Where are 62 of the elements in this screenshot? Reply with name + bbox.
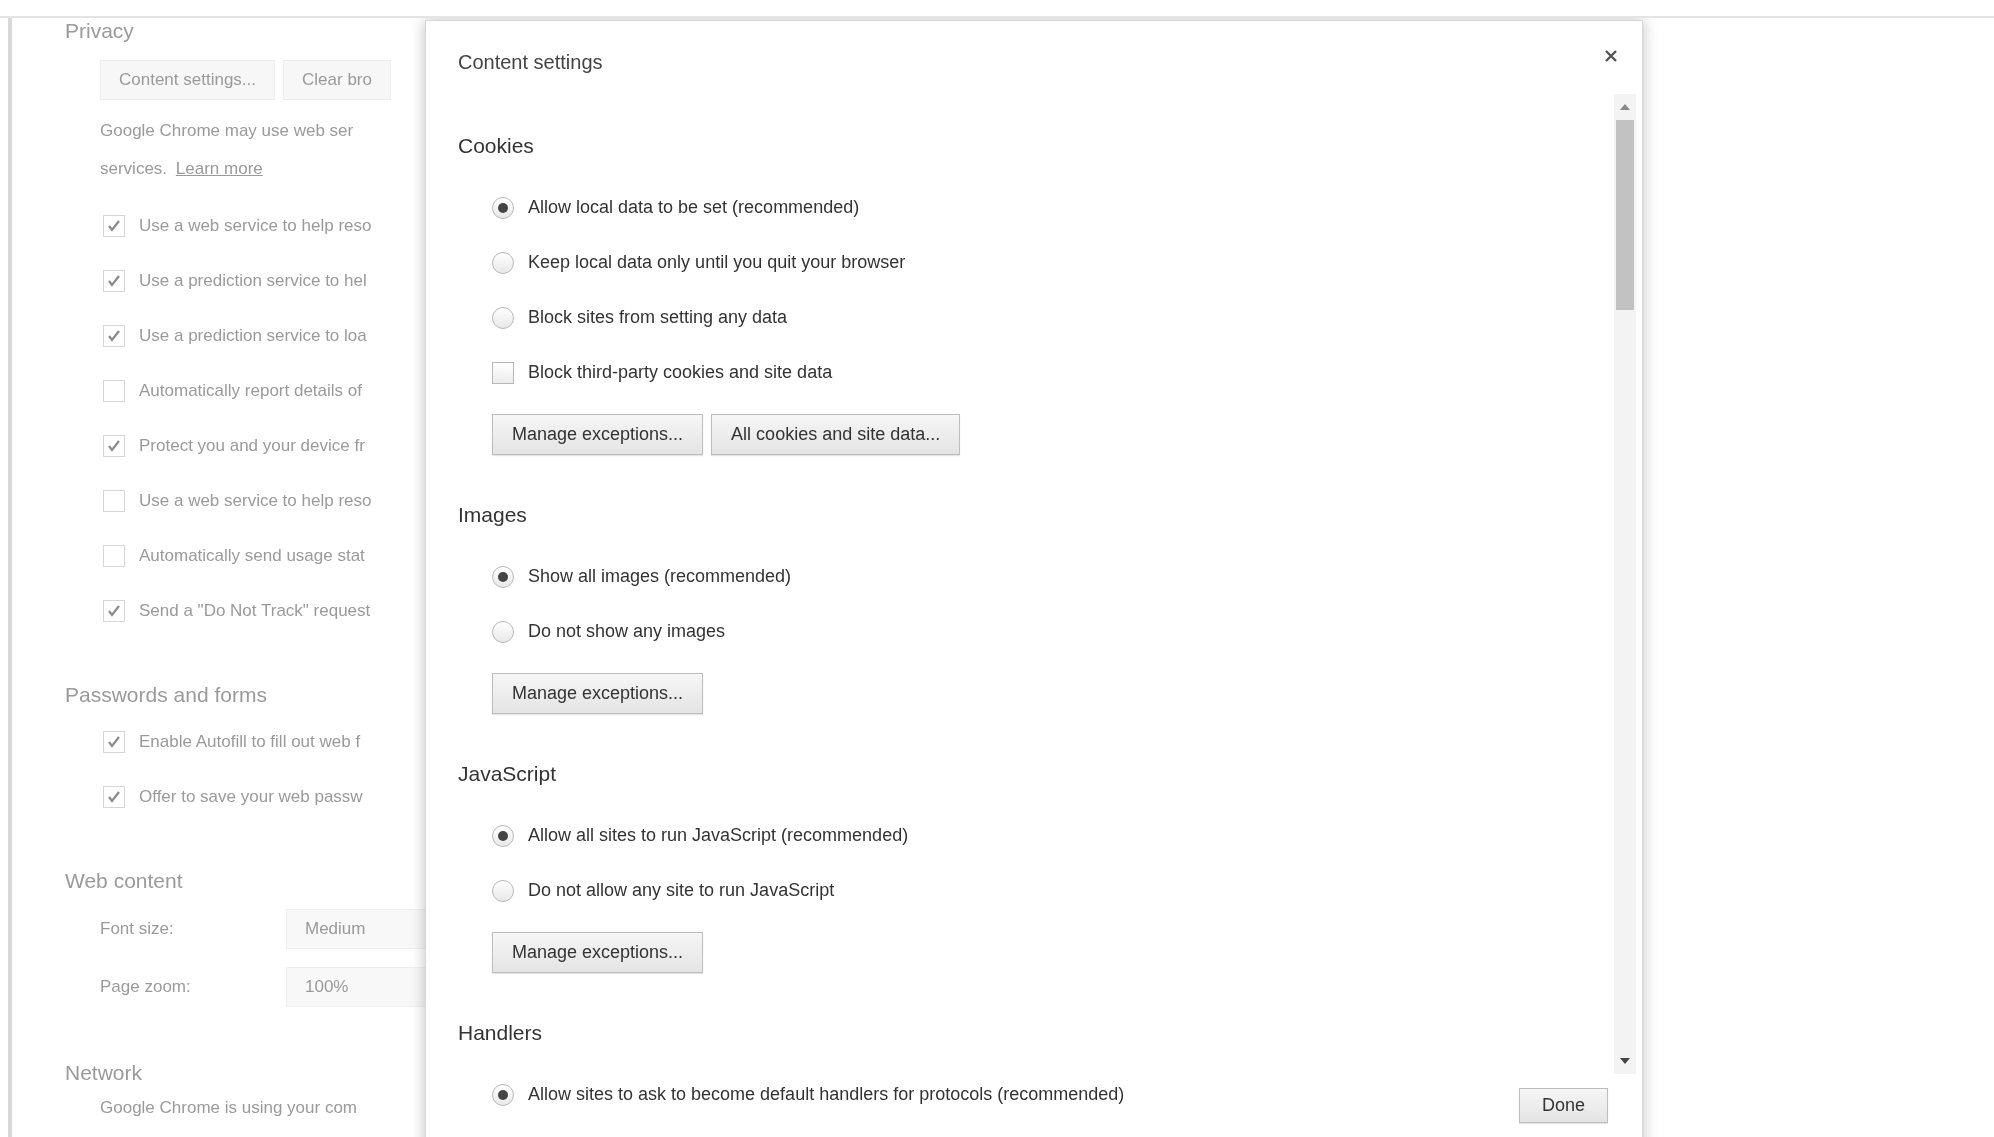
- radio-button[interactable]: [492, 1083, 514, 1106]
- checkbox-label: Automatically report details of: [139, 380, 362, 401]
- description-text: services.: [100, 159, 168, 178]
- option-label: Do not allow any site to run JavaScript: [528, 880, 835, 901]
- done-button[interactable]: Done: [1518, 1088, 1608, 1123]
- section-heading: Network: [65, 1060, 143, 1086]
- radio-button[interactable]: [492, 196, 514, 219]
- radio-button[interactable]: [492, 620, 514, 643]
- section-heading: Passwords and forms: [65, 682, 267, 708]
- section-heading: Privacy: [65, 18, 134, 44]
- description-text: Google Chrome is using your com: [100, 1098, 357, 1118]
- section-heading: Handlers: [458, 1021, 543, 1045]
- checkbox[interactable]: [103, 785, 125, 808]
- checkbox-label: Enable Autofill to fill out web f: [139, 731, 361, 752]
- radio-button[interactable]: [492, 824, 514, 847]
- field-label: Font size:: [100, 919, 175, 939]
- radio-button[interactable]: [492, 306, 514, 329]
- option-label: Allow all sites to run JavaScript (recommended): [528, 825, 909, 846]
- checkbox-label: Send a "Do Not Track" request: [139, 600, 371, 621]
- dialog-button[interactable]: Manage exceptions...: [492, 414, 704, 455]
- checkbox-label: Offer to save your web passw: [139, 786, 363, 807]
- checkbox[interactable]: [103, 214, 125, 237]
- checkbox[interactable]: [103, 544, 125, 567]
- option-label: Allow sites to ask to become default handlers for protocols (recommended): [528, 1084, 1125, 1105]
- checkbox[interactable]: [492, 361, 514, 384]
- radio-button[interactable]: [492, 565, 514, 588]
- scrollbar[interactable]: [1614, 94, 1636, 1074]
- dialog-button[interactable]: Manage exceptions...: [492, 673, 704, 714]
- option-label: Block sites from setting any data: [528, 307, 788, 328]
- section-heading: Images: [458, 503, 527, 527]
- checkbox-label: Automatically send usage stat: [139, 545, 365, 566]
- checkbox[interactable]: [103, 730, 125, 753]
- section-heading: Cookies: [458, 134, 534, 158]
- checkbox-label: Use a prediction service to loa: [139, 325, 367, 346]
- option-label: Keep local data only until you quit your browser: [528, 252, 906, 273]
- description-text: Google Chrome may use web ser: [100, 121, 354, 140]
- radio-button[interactable]: [492, 251, 514, 274]
- checkbox[interactable]: [103, 599, 125, 622]
- dialog-title: Content settings: [458, 51, 603, 74]
- option-label: Show all images (recommended): [528, 566, 792, 587]
- field-label: Page zoom:: [100, 977, 192, 997]
- dialog-button[interactable]: All cookies and site data...: [711, 414, 961, 455]
- checkbox[interactable]: [103, 379, 125, 402]
- checkbox[interactable]: [103, 269, 125, 292]
- dialog-button[interactable]: Manage exceptions...: [492, 932, 704, 973]
- close-icon[interactable]: [1604, 49, 1618, 63]
- option-label: Do not show any images: [528, 621, 726, 642]
- option-label: Allow local data to be set (recommended): [528, 197, 860, 218]
- section-heading: Web content: [65, 868, 183, 894]
- checkbox-label: Use a web service to help reso: [139, 490, 372, 511]
- scroll-up-icon[interactable]: [1620, 104, 1630, 110]
- scroll-down-icon[interactable]: [1620, 1058, 1630, 1064]
- radio-button[interactable]: [492, 879, 514, 902]
- checkbox-label: Use a prediction service to hel: [139, 270, 367, 291]
- option-label: Block third-party cookies and site data: [528, 362, 833, 383]
- checkbox[interactable]: [103, 489, 125, 512]
- checkbox[interactable]: [103, 434, 125, 457]
- checkbox[interactable]: [103, 324, 125, 347]
- checkbox-label: Use a web service to help reso: [139, 215, 372, 236]
- checkbox-label: Protect you and your device fr: [139, 435, 365, 456]
- section-heading: JavaScript: [458, 762, 557, 786]
- scrollbar-thumb[interactable]: [1616, 120, 1634, 310]
